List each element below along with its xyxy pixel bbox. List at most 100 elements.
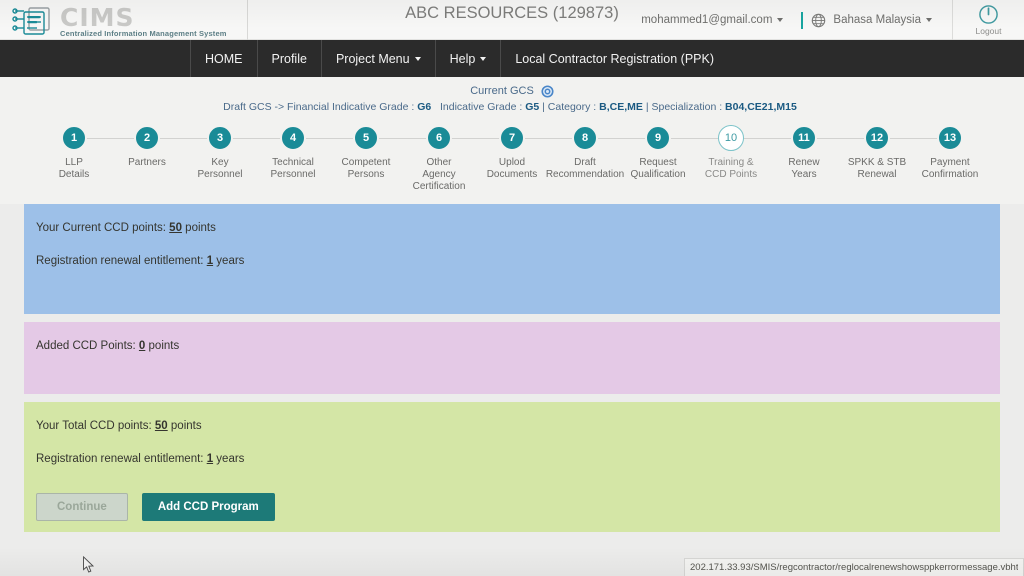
current-renewal-entitlement-label: Registration renewal entitlement:	[36, 255, 203, 267]
current-gcs-label: Current GCS	[470, 85, 534, 97]
logout-label: Logout	[976, 26, 1002, 36]
nav-item-home[interactable]: HOME	[190, 40, 258, 77]
user-menu[interactable]: mohammed1@gmail.com	[641, 6, 793, 34]
current-gcs-row: Current GCS	[0, 83, 1024, 99]
step-number: 11	[791, 125, 817, 151]
header-right-controls: mohammed1@gmail.com Bahasa Malaysia	[641, 0, 1024, 40]
indicative-grade-label: Indicative Grade :	[440, 101, 522, 113]
step-label: LLPDetails	[59, 157, 90, 181]
step-number: 13	[937, 125, 963, 151]
step-label: DraftRecommendation	[546, 157, 624, 181]
total-ccd-panel: Your Total CCD points: 50 points Registr…	[24, 402, 1000, 532]
current-ccd-points-unit: points	[185, 222, 216, 234]
main-navigation: HOME Profile Project Menu Help Local Con…	[0, 40, 1024, 77]
language-selector[interactable]: Bahasa Malaysia	[833, 6, 942, 34]
nav-item-help[interactable]: Help	[436, 40, 502, 77]
step-7-upload-documents[interactable]: 7 UplodDocuments	[478, 125, 546, 193]
step-5-competent-persons[interactable]: 5 CompetentPersons	[332, 125, 400, 193]
chevron-down-icon	[480, 57, 486, 61]
total-renewal-entitlement-row: Registration renewal entitlement: 1 year…	[32, 453, 992, 465]
application-window: CIMS Centralized Information Management …	[0, 0, 1024, 576]
step-number: 2	[134, 125, 160, 151]
step-label: RenewYears	[788, 157, 819, 181]
chevron-down-icon	[777, 18, 783, 22]
step-number: 5	[353, 125, 379, 151]
step-9-request-qualification[interactable]: 9 RequestQualification	[624, 125, 692, 193]
logo-subtitle: Centralized Information Management Syste…	[60, 29, 227, 38]
total-renewal-entitlement-value: 1	[207, 453, 213, 465]
total-ccd-points-row: Your Total CCD points: 50 points	[32, 420, 992, 432]
logo-wordmark: CIMS	[60, 7, 227, 29]
main-content: Your Current CCD points: 50 points Regis…	[0, 204, 1024, 532]
step-label: UplodDocuments	[487, 157, 538, 181]
status-url-text: 202.171.33.93/SMIS/regcontractor/regloca…	[690, 562, 1018, 573]
step-number: 3	[207, 125, 233, 151]
gcs-info-bar: Current GCS Draft GCS -> Financial Indic…	[0, 77, 1024, 119]
indicative-grade-value: G5	[525, 101, 539, 113]
power-icon	[978, 4, 999, 25]
category-label: | Category :	[542, 101, 596, 113]
step-number: 6	[426, 125, 452, 151]
step-number: 4	[280, 125, 306, 151]
nav-item-local-contractor-registration[interactable]: Local Contractor Registration (PPK)	[501, 40, 728, 77]
language-label: Bahasa Malaysia	[833, 14, 921, 26]
step-12-spkk-stb-renewal[interactable]: 12 SPKK & STBRenewal	[843, 125, 911, 193]
step-10-training-ccd-points[interactable]: 10 Training &CCD Points	[697, 125, 765, 193]
logout-button[interactable]: Logout	[952, 0, 1024, 40]
current-renewal-entitlement-value: 1	[207, 255, 213, 267]
step-1-llp-details[interactable]: 1 LLPDetails	[40, 125, 108, 193]
step-11-renew-years[interactable]: 11 RenewYears	[770, 125, 838, 193]
step-label: RequestQualification	[630, 157, 685, 181]
step-label: OtherAgencyCertification	[413, 157, 466, 193]
registration-stepper: 1 LLPDetails 2 Partners 3 KeyPersonnel 4…	[0, 119, 1024, 204]
step-4-technical-personnel[interactable]: 4 TechnicalPersonnel	[259, 125, 327, 193]
step-number: 10	[718, 125, 744, 151]
category-value: B,CE,ME	[599, 101, 643, 113]
nav-label: Project Menu	[336, 52, 410, 66]
step-13-payment-confirmation[interactable]: 13 PaymentConfirmation	[916, 125, 984, 193]
step-number: 8	[572, 125, 598, 151]
nav-item-profile[interactable]: Profile	[258, 40, 322, 77]
step-label: CompetentPersons	[342, 157, 391, 181]
nav-label: Local Contractor Registration (PPK)	[515, 52, 714, 66]
current-renewal-entitlement-unit: years	[216, 255, 244, 267]
total-ccd-points-unit: points	[171, 420, 202, 432]
step-label: Partners	[128, 157, 166, 169]
header-divider	[801, 12, 803, 29]
step-label: PaymentConfirmation	[922, 157, 979, 181]
add-ccd-program-button[interactable]: Add CCD Program	[142, 493, 275, 521]
nav-label: Profile	[272, 52, 307, 66]
step-3-key-personnel[interactable]: 3 KeyPersonnel	[186, 125, 254, 193]
step-8-draft-recommendation[interactable]: 8 DraftRecommendation	[551, 125, 619, 193]
step-2-partners[interactable]: 2 Partners	[113, 125, 181, 193]
step-label: TechnicalPersonnel	[270, 157, 315, 181]
globe-icon	[811, 13, 826, 28]
brand-logo[interactable]: CIMS Centralized Information Management …	[0, 0, 248, 40]
step-number: 12	[864, 125, 890, 151]
financial-indicative-grade-value: G6	[417, 101, 431, 113]
browser-status-bar: 202.171.33.93/SMIS/regcontractor/regloca…	[684, 558, 1024, 576]
total-renewal-entitlement-label: Registration renewal entitlement:	[36, 453, 203, 465]
continue-button[interactable]: Continue	[36, 493, 128, 521]
specialization-label: | Specialization :	[646, 101, 722, 113]
nav-item-project-menu[interactable]: Project Menu	[322, 40, 436, 77]
chevron-down-icon	[415, 57, 421, 61]
step-6-other-agency-certification[interactable]: 6 OtherAgencyCertification	[405, 125, 473, 193]
nav-label: Help	[450, 52, 476, 66]
nav-label: HOME	[205, 52, 243, 66]
current-ccd-points-row: Your Current CCD points: 50 points	[32, 222, 992, 234]
step-label: SPKK & STBRenewal	[848, 157, 906, 181]
gear-info-icon[interactable]	[541, 85, 554, 98]
current-renewal-entitlement-row: Registration renewal entitlement: 1 year…	[32, 255, 992, 267]
total-ccd-points-label: Your Total CCD points:	[36, 420, 152, 432]
mouse-cursor	[80, 556, 98, 576]
step-label: Training &CCD Points	[705, 157, 757, 181]
draft-gcs-prefix: Draft GCS -> Financial Indicative Grade …	[223, 101, 414, 113]
added-ccd-panel: Added CCD Points: 0 points	[24, 322, 1000, 394]
current-ccd-points-value: 50	[169, 222, 182, 234]
total-ccd-points-value: 50	[155, 420, 168, 432]
step-number: 9	[645, 125, 671, 151]
user-email-label: mohammed1@gmail.com	[641, 14, 772, 26]
circuit-chip-icon	[12, 4, 58, 38]
added-ccd-points-value: 0	[139, 340, 145, 352]
